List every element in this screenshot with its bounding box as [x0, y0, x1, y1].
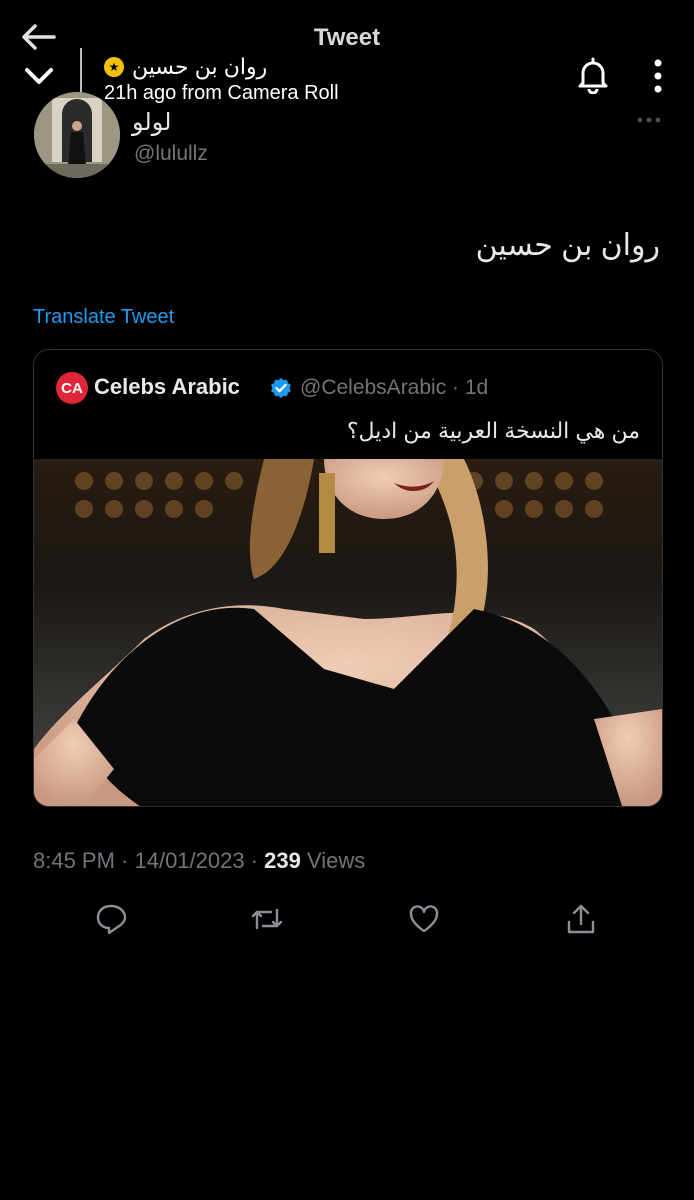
- quoted-tweet-text: من هي النسخة العربية من اديل؟: [346, 418, 640, 443]
- bell-icon[interactable]: [574, 56, 612, 94]
- quoted-tweet-card[interactable]: CA Celebs Arabic @CelebsArabic · 1d من ه…: [33, 349, 663, 807]
- translate-tweet-link[interactable]: Translate Tweet: [33, 306, 174, 329]
- reply-icon[interactable]: [94, 902, 128, 936]
- chevron-down-icon[interactable]: [22, 64, 56, 88]
- like-icon[interactable]: [407, 902, 441, 936]
- retweet-icon[interactable]: [250, 902, 284, 936]
- page-title: Tweet: [313, 24, 381, 51]
- more-icon[interactable]: [636, 116, 662, 124]
- menu-icon[interactable]: [650, 58, 666, 94]
- views-count: 239: [264, 848, 301, 873]
- story-meta: 21h ago from Camera Roll: [104, 82, 339, 104]
- timestamp-text: 8:45 PM · 14/01/2023 ·: [33, 848, 259, 873]
- user-handle[interactable]: @lulullz: [134, 142, 208, 166]
- star-icon: ★: [104, 57, 124, 77]
- verified-icon: [271, 378, 291, 398]
- quoted-display-name: Celebs Arabic: [94, 374, 240, 399]
- quoted-handle: @CelebsArabic · 1d: [300, 376, 489, 399]
- display-name[interactable]: لولو: [132, 108, 171, 137]
- avatar[interactable]: [34, 92, 120, 178]
- story-name: روان بن حسين: [132, 54, 268, 79]
- tweet-text: روان بن حسين: [475, 229, 660, 262]
- story-header: ★ روان بن حسين: [104, 54, 267, 80]
- tweet-timestamp: 8:45 PM · 14/01/2023 · 239 Views: [33, 848, 365, 874]
- story-divider: [80, 48, 82, 94]
- quoted-photo[interactable]: [34, 459, 662, 806]
- share-icon[interactable]: [564, 902, 598, 936]
- celebs-arabic-logo: CA: [56, 372, 88, 404]
- views-label: Views: [307, 848, 366, 873]
